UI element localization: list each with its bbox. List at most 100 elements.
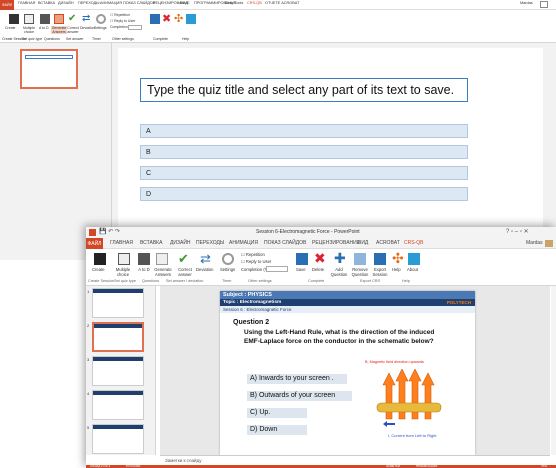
back-tab-animation[interactable]: АНИМАЦИЯ xyxy=(100,1,122,5)
create-icon[interactable] xyxy=(94,253,106,265)
slide-answer-b[interactable]: B) Outwards of your screen xyxy=(247,391,352,401)
question-title[interactable]: Question 2 xyxy=(233,319,269,326)
create-button[interactable]: Create xyxy=(92,267,105,272)
back-multiple-choice-icon[interactable] xyxy=(24,14,34,24)
generate-answers-icon[interactable] xyxy=(156,253,168,265)
about-button[interactable]: About xyxy=(407,267,418,272)
back-delete-icon[interactable]: ✖ xyxy=(162,14,172,25)
answer-box-d[interactable]: D xyxy=(140,187,468,201)
vertical-scrollbar[interactable] xyxy=(551,286,556,455)
back-check-icon[interactable]: ✔ xyxy=(68,14,78,24)
quick-access-icons[interactable]: 💾 ↶ ↷ xyxy=(99,228,120,235)
slide-answer-c[interactable]: C) Up. xyxy=(247,408,307,418)
zoom-level[interactable]: 70% xyxy=(541,464,547,468)
remove-question-button[interactable]: Remove Question xyxy=(350,267,370,277)
back-tab-insert[interactable]: ВСТАВКА xyxy=(38,1,55,5)
save-icon[interactable] xyxy=(296,253,308,265)
back-generate-icon[interactable] xyxy=(54,14,64,24)
repetition-checkbox[interactable]: ☐ Repetition xyxy=(241,252,265,257)
window-controls[interactable]: ? ▫ – ▫ ✕ xyxy=(506,228,529,235)
completion-input[interactable] xyxy=(266,266,288,272)
back-reply-checkbox[interactable]: ☐ Reply to User xyxy=(110,19,135,23)
notes-pane[interactable]: Заметки к слайду xyxy=(160,455,550,465)
tab-review[interactable]: РЕЦЕНЗИРОВАНИЕ xyxy=(312,240,360,246)
tab-animation[interactable]: АНИМАЦИЯ xyxy=(229,240,258,246)
slide-thumb-4[interactable] xyxy=(92,390,144,420)
status-language[interactable]: РУССКИЙ xyxy=(126,464,140,468)
slide-thumb-2-selected[interactable] xyxy=(92,322,144,352)
tab-insert[interactable]: ВСТАВКА xyxy=(140,240,162,246)
tab-design[interactable]: ДИЗАЙН xyxy=(170,240,191,246)
multiple-choice-icon[interactable] xyxy=(118,253,130,265)
tab-home[interactable]: ГЛАВНАЯ xyxy=(110,240,133,246)
help-button[interactable]: Help xyxy=(392,267,401,272)
a-to-d-button[interactable]: A to D xyxy=(136,267,152,272)
reply-checkbox[interactable]: ☐ Reply to User xyxy=(241,259,271,264)
file-tab[interactable]: ФАЙЛ xyxy=(86,238,103,249)
delete-button[interactable]: Delete xyxy=(312,267,324,272)
back-a-to-d-button[interactable]: A to D xyxy=(39,26,49,30)
back-repetition-checkbox[interactable]: ☐ Repetition xyxy=(110,13,130,17)
back-save-icon[interactable] xyxy=(150,14,160,24)
back-correct-button[interactable]: Correct answer xyxy=(66,26,80,34)
back-create-button[interactable]: Create xyxy=(5,26,16,30)
tab-slideshow[interactable]: ПОКАЗ СЛАЙДОВ xyxy=(264,240,306,246)
tab-crsqb[interactable]: CRS-QB xyxy=(404,240,423,246)
back-tab-acrobat[interactable]: ОТЧЕТЕ ACROBAT xyxy=(265,1,299,5)
add-question-button[interactable]: Add Question xyxy=(330,267,348,277)
a-to-d-icon[interactable] xyxy=(138,253,150,265)
back-tab-home[interactable]: ГЛАВНАЯ xyxy=(18,1,35,5)
export-session-icon[interactable] xyxy=(374,253,386,265)
slide-answer-d[interactable]: D) Down xyxy=(247,425,307,435)
answer-box-a[interactable]: A xyxy=(140,124,468,138)
timer-icon[interactable] xyxy=(222,253,234,265)
export-session-button[interactable]: Export Session xyxy=(371,267,389,277)
back-completion-input[interactable] xyxy=(128,25,142,30)
back-timer-icon[interactable] xyxy=(96,14,106,24)
about-icon[interactable] xyxy=(408,253,420,265)
status-comments-button[interactable]: ПРИМЕЧАНИЯ xyxy=(416,464,437,468)
answer-box-c[interactable]: C xyxy=(140,166,468,180)
back-multiple-choice-button[interactable]: Multiple choice xyxy=(20,26,38,34)
generate-answers-button[interactable]: Generate Answers xyxy=(152,267,174,277)
back-tab-view[interactable]: ВИД xyxy=(180,1,188,5)
current-slide[interactable]: Subject : PHYSICS Topic : Electromagneti… xyxy=(220,291,475,455)
help-icon[interactable]: ✣ xyxy=(392,251,404,265)
multiple-choice-button[interactable]: Multiple choice xyxy=(112,267,134,277)
tab-acrobat[interactable]: ACROBAT xyxy=(376,240,400,246)
remove-question-icon[interactable] xyxy=(354,253,366,265)
back-slide-thumb-1[interactable] xyxy=(20,49,78,89)
back-settings-button[interactable]: Settings xyxy=(94,26,107,30)
quiz-title-textbox[interactable]: Type the quiz title and select any part … xyxy=(140,78,468,102)
delete-icon[interactable]: ✖ xyxy=(314,251,326,265)
back-tab-design[interactable]: ДИЗАЙН xyxy=(58,1,74,5)
slide-thumb-1[interactable] xyxy=(92,288,144,318)
back-a-to-d-icon[interactable] xyxy=(40,14,50,24)
status-notes-button[interactable]: ЗАМЕТКИ xyxy=(386,464,400,468)
tab-transitions[interactable]: ПЕРЕХОДЫ xyxy=(196,240,224,246)
slide-thumb-5[interactable] xyxy=(92,424,144,454)
deviation-icon[interactable]: ⇄ xyxy=(200,252,211,265)
back-deviation-button[interactable]: Deviation xyxy=(80,26,95,30)
settings-button[interactable]: Settings xyxy=(220,267,235,272)
save-button[interactable]: Save xyxy=(296,267,306,272)
back-create-icon[interactable] xyxy=(9,14,19,24)
slide-canvas[interactable]: Subject : PHYSICS Topic : Electromagneti… xyxy=(160,286,550,455)
back-tab-easytools[interactable]: Easy Tools xyxy=(225,1,243,5)
correct-answer-icon[interactable]: ✔ xyxy=(178,252,189,265)
back-about-icon[interactable] xyxy=(186,14,196,24)
deviation-button[interactable]: Deviation xyxy=(196,267,213,272)
back-file-tab[interactable]: ФАЙЛ xyxy=(0,0,14,10)
back-tab-slideshow[interactable]: ПОКАЗ СЛАЙДОВ xyxy=(123,1,155,5)
back-help-icon[interactable]: ✣ xyxy=(174,14,184,25)
answer-box-b[interactable]: B xyxy=(140,145,468,159)
back-tab-transitions[interactable]: ПЕРЕХОДЫ xyxy=(78,1,100,5)
slide-thumb-3[interactable] xyxy=(92,356,144,386)
back-deviation-icon[interactable]: ⇄ xyxy=(82,14,92,24)
back-generate-button[interactable]: Generate Answers xyxy=(51,26,67,34)
add-question-icon[interactable]: ✚ xyxy=(334,251,346,265)
slide-answer-a[interactable]: A) Inwards to your screen . xyxy=(247,374,347,384)
back-tab-crsqb[interactable]: CRS-QB xyxy=(247,1,262,5)
correct-answer-button[interactable]: Correct answer xyxy=(174,267,196,277)
tab-view[interactable]: ВИД xyxy=(358,240,368,246)
